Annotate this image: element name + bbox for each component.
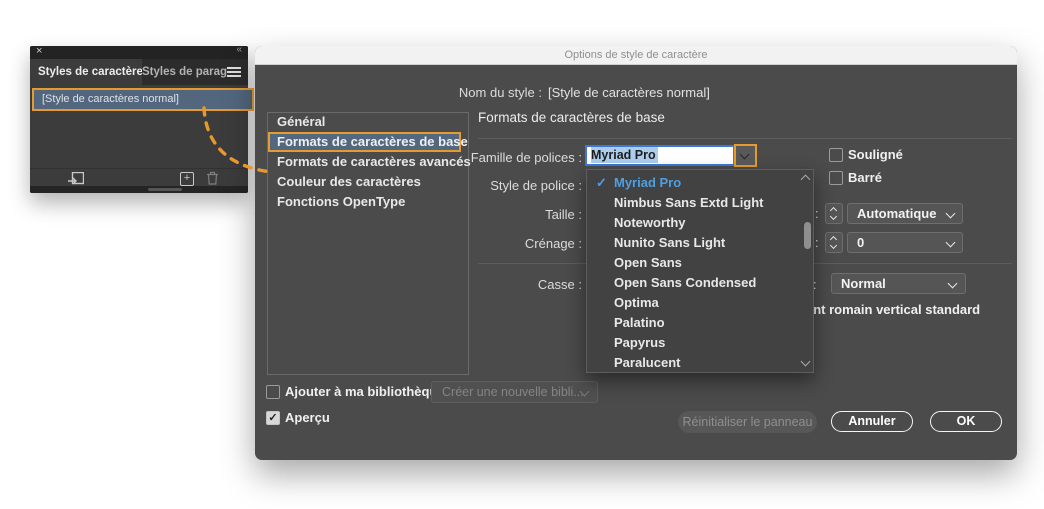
add-to-library-label: Ajouter à ma bibliothèque — [285, 384, 445, 399]
panel-menu-icon[interactable] — [227, 67, 241, 77]
font-family-label: Famille de polices : — [470, 150, 582, 165]
font-option[interactable]: Palatino — [587, 313, 813, 333]
preview-label: Aperçu — [285, 410, 330, 425]
scroll-down-icon[interactable] — [800, 356, 811, 367]
panel-scrollbar-thumb[interactable] — [148, 188, 182, 191]
tracking-stepper[interactable] — [825, 232, 843, 253]
library-dropdown-value: Créer une nouvelle bibli... — [442, 385, 584, 399]
character-style-options-dialog: Options de style de caractère Nom du sty… — [255, 46, 1017, 460]
font-option[interactable]: Nimbus Sans Extd Light — [587, 193, 813, 213]
strikethrough-label: Barré — [848, 170, 882, 185]
section-heading: Formats de caractères de base — [478, 110, 665, 125]
chevron-down-icon — [947, 278, 958, 289]
font-option[interactable]: Nunito Sans Light — [587, 233, 813, 253]
leading-stepper[interactable] — [825, 203, 843, 224]
tracking-combobox[interactable]: 0 — [847, 232, 963, 253]
tab-character-styles[interactable]: Styles de caractère — [30, 59, 142, 85]
font-option[interactable]: Paralucent — [587, 353, 813, 373]
panel-title-strip: × « — [30, 44, 248, 59]
leading-label-fragment: : — [815, 206, 819, 221]
dialog-title: Options de style de caractère — [255, 46, 1017, 65]
new-style-icon[interactable]: + — [180, 172, 194, 186]
list-scrollbar[interactable] — [800, 171, 812, 369]
case-label: Casse : — [537, 277, 582, 292]
section-divider — [478, 138, 1012, 139]
kerning-label: Crénage : — [524, 236, 582, 251]
library-dropdown-disabled: Créer une nouvelle bibli... — [431, 381, 598, 403]
size-label: Taille : — [545, 207, 582, 222]
dashed-connector-arrow — [202, 106, 273, 174]
font-option[interactable]: Papyrus — [587, 333, 813, 353]
panel-scrollbar[interactable] — [30, 186, 248, 193]
reset-panel-button: Réinitialiser le panneau — [678, 411, 817, 433]
position-combobox[interactable]: Normal — [831, 273, 966, 294]
add-to-library-checkbox[interactable] — [266, 385, 280, 399]
vertical-alignment-label-fragment: ent romain vertical standard — [806, 302, 981, 317]
chevron-down-icon — [945, 208, 956, 219]
font-option-selected[interactable]: ✓ Myriad Pro — [587, 173, 813, 193]
font-style-label: Style de police : — [490, 178, 582, 193]
stepper-down-icon — [829, 241, 838, 250]
close-icon[interactable]: × — [36, 45, 42, 57]
font-option[interactable]: Open Sans Condensed — [587, 273, 813, 293]
chevron-down-icon — [945, 237, 956, 248]
stepper-down-icon — [829, 212, 838, 221]
underline-checkbox[interactable] — [829, 148, 843, 162]
tracking-label-fragment: : — [815, 235, 819, 250]
underline-label: Souligné — [848, 147, 903, 162]
sidebar-item-general[interactable]: Général — [268, 112, 475, 132]
font-family-input[interactable]: Myriad Pro — [585, 145, 735, 166]
leading-combobox[interactable]: Automatique — [847, 203, 963, 224]
font-option[interactable]: Optima — [587, 293, 813, 313]
preview-checkbox[interactable]: ✓ — [266, 411, 280, 425]
sidebar-item-basic-character-formats[interactable]: Formats de caractères de base — [268, 132, 468, 152]
selected-text: Myriad Pro — [591, 147, 658, 163]
chevron-down-icon — [739, 149, 750, 160]
collapse-icon[interactable]: « — [236, 44, 242, 55]
tab-paragraph-styles[interactable]: Styles de parag — [136, 59, 228, 85]
position-value: Normal — [841, 276, 886, 291]
tracking-value: 0 — [857, 235, 865, 250]
strikethrough-checkbox[interactable] — [829, 171, 843, 185]
font-option[interactable]: Noteworthy — [587, 213, 813, 233]
cancel-button[interactable]: Annuler — [831, 411, 913, 432]
style-name-label: Nom du style : — [458, 85, 542, 100]
ok-button[interactable]: OK — [930, 411, 1002, 432]
font-option[interactable]: Open Sans — [587, 253, 813, 273]
checkmark-icon: ✓ — [596, 175, 607, 190]
font-family-dropdown-button[interactable] — [734, 144, 757, 167]
font-family-listbox: ✓ Myriad Pro Nimbus Sans Extd Light Notew… — [586, 169, 814, 373]
scroll-up-icon[interactable] — [800, 174, 811, 185]
style-name-value: [Style de caractères normal] — [548, 85, 710, 100]
panel-tab-bar: Styles de caractère Styles de parag — [30, 59, 248, 85]
list-scrollbar-thumb[interactable] — [804, 222, 811, 249]
leading-value: Automatique — [857, 206, 937, 221]
